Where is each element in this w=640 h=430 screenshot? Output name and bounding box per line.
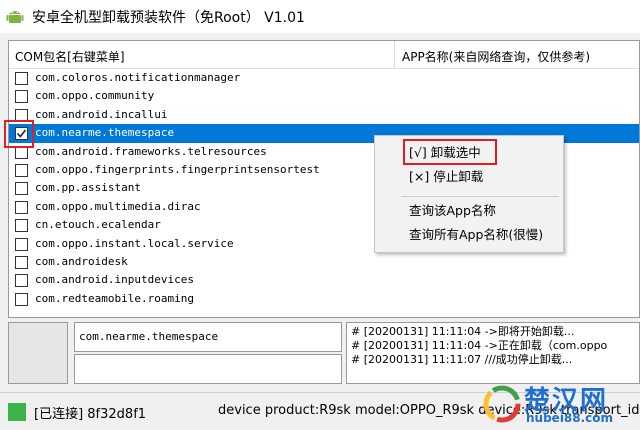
list-item[interactable]: com.coloros.notificationmanager <box>9 69 639 87</box>
row-checkbox[interactable] <box>15 163 28 177</box>
row-checkbox[interactable] <box>15 90 28 104</box>
android-icon <box>6 10 24 23</box>
menu-item-query-all-app-names[interactable]: 查询所有App名称(很慢) <box>409 225 543 245</box>
highlight-box-checkbox <box>4 120 34 148</box>
highlight-box-menu <box>403 139 497 165</box>
package-name: com.oppo.fingerprints.fingerprintsensort… <box>35 162 320 176</box>
row-checkbox[interactable] <box>15 274 28 288</box>
list-item[interactable]: com.redteamobile.roaming <box>9 290 639 308</box>
list-item[interactable]: com.android.inputdevices <box>9 271 639 289</box>
package-name-field[interactable]: com.nearme.themespace <box>74 322 342 352</box>
row-checkbox[interactable] <box>15 200 28 214</box>
package-name: com.android.inputdevices <box>35 273 194 287</box>
column-separator[interactable] <box>394 41 395 69</box>
watermark-logo: 楚汉网 hubei88.com <box>480 380 640 430</box>
package-name: com.pp.assistant <box>35 181 141 195</box>
watermark-url: hubei88.com <box>526 411 614 425</box>
title-bar: 安卓全机型卸载预装软件（免Root） V1.01 <box>0 0 640 33</box>
log-line: # [20200131] 11:11:04 ->正在卸载（com.oppo <box>351 339 608 352</box>
package-name: com.oppo.instant.local.service <box>35 236 234 250</box>
package-name: com.coloros.notificationmanager <box>35 71 241 84</box>
row-checkbox[interactable] <box>15 72 28 85</box>
row-checkbox[interactable] <box>15 255 28 269</box>
column-header-package[interactable]: COM包名[右键菜单] <box>15 48 125 65</box>
log-line: # [20200131] 11:11:07 ///成功停止卸载... <box>351 353 573 366</box>
package-name: com.android.incallui <box>35 107 168 121</box>
package-name: com.oppo.multimedia.dirac <box>35 199 201 213</box>
package-name: cn.etouch.ecalendar <box>35 218 161 232</box>
app-name-field[interactable] <box>74 354 342 384</box>
package-name: com.nearme.themespace <box>35 126 175 140</box>
package-name: com.redteamobile.roaming <box>35 291 194 305</box>
package-name: com.android.frameworks.telresources <box>35 144 267 158</box>
menu-item-query-app-name[interactable]: 查询该App名称 <box>409 201 496 221</box>
list-item[interactable]: com.androidesk <box>9 253 639 271</box>
row-checkbox[interactable] <box>15 219 28 233</box>
column-header-app-name[interactable]: APP名称(来自网络查询，仅供参考) <box>402 48 590 65</box>
menu-item-stop-uninstall[interactable]: [×] 停止卸载 <box>409 167 483 187</box>
menu-divider <box>401 196 559 197</box>
log-line: # [20200131] 11:11:04 ->即将开始卸载... <box>351 325 575 338</box>
package-name: com.oppo.community <box>35 89 155 103</box>
package-name: com.androidesk <box>35 254 128 268</box>
window-title: 安卓全机型卸载预装软件（免Root） V1.01 <box>32 9 305 26</box>
list-item[interactable]: com.android.incallui <box>9 106 639 124</box>
connection-status-text: [已连接] 8f32d8f1 <box>34 407 147 422</box>
icon-panel <box>8 322 68 384</box>
list-header: COM包名[右键菜单] APP名称(来自网络查询，仅供参考) <box>9 41 639 69</box>
row-checkbox[interactable] <box>15 182 28 196</box>
row-checkbox[interactable] <box>15 237 28 251</box>
list-item[interactable]: com.oppo.community <box>9 87 639 105</box>
row-checkbox[interactable] <box>15 292 28 306</box>
log-panel[interactable]: # [20200131] 11:11:04 ->即将开始卸载... # [202… <box>346 322 640 384</box>
connection-status-indicator <box>8 403 26 421</box>
watermark-swirl-icon <box>483 385 521 423</box>
